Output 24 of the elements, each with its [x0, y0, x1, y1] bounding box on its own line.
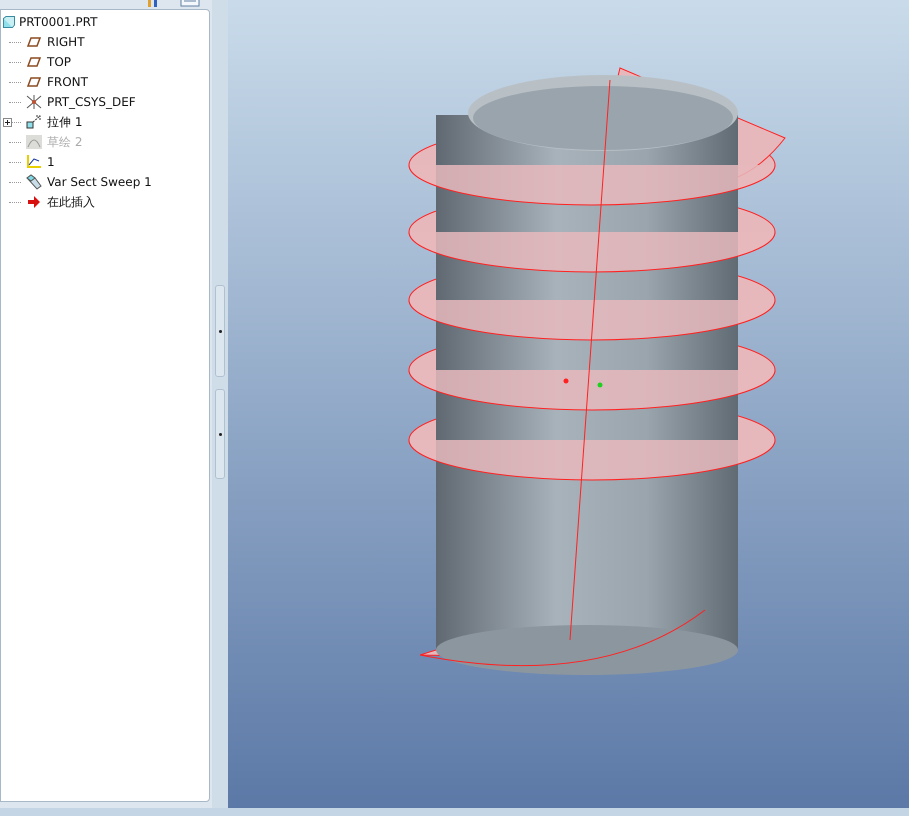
datum-curve-icon: [26, 155, 42, 169]
graphics-viewport[interactable]: [228, 0, 909, 808]
splitter-handle[interactable]: [215, 285, 225, 377]
part-icon: [3, 16, 15, 28]
tree-item-label[interactable]: 在此插入: [47, 194, 95, 210]
sketch-icon: [26, 135, 42, 149]
tree-item-label[interactable]: 1: [47, 155, 55, 169]
expand-toggle-icon[interactable]: [3, 118, 12, 126]
insert-arrow-icon: [28, 196, 40, 208]
tree-item-label[interactable]: PRT_CSYS_DEF: [47, 95, 136, 109]
tree-item-label[interactable]: TOP: [47, 55, 72, 69]
sweep-icon: [25, 174, 43, 190]
list-icon[interactable]: [180, 0, 200, 7]
tree-item-label[interactable]: RIGHT: [47, 35, 85, 49]
tree-item-label[interactable]: PRT0001.PRT: [19, 15, 98, 29]
datum-plane-icon: [27, 77, 41, 87]
datum-plane-icon: [27, 37, 41, 47]
extrude-icon: [26, 115, 42, 129]
tree-item-label[interactable]: FRONT: [47, 75, 88, 89]
tree-item-label[interactable]: 拉伸 1: [47, 114, 82, 130]
splitter-handle[interactable]: [215, 389, 225, 479]
coordinate-system-icon: [26, 95, 42, 109]
datum-plane-icon: [27, 57, 41, 67]
tree-item-label[interactable]: Var Sect Sweep 1: [47, 175, 152, 189]
